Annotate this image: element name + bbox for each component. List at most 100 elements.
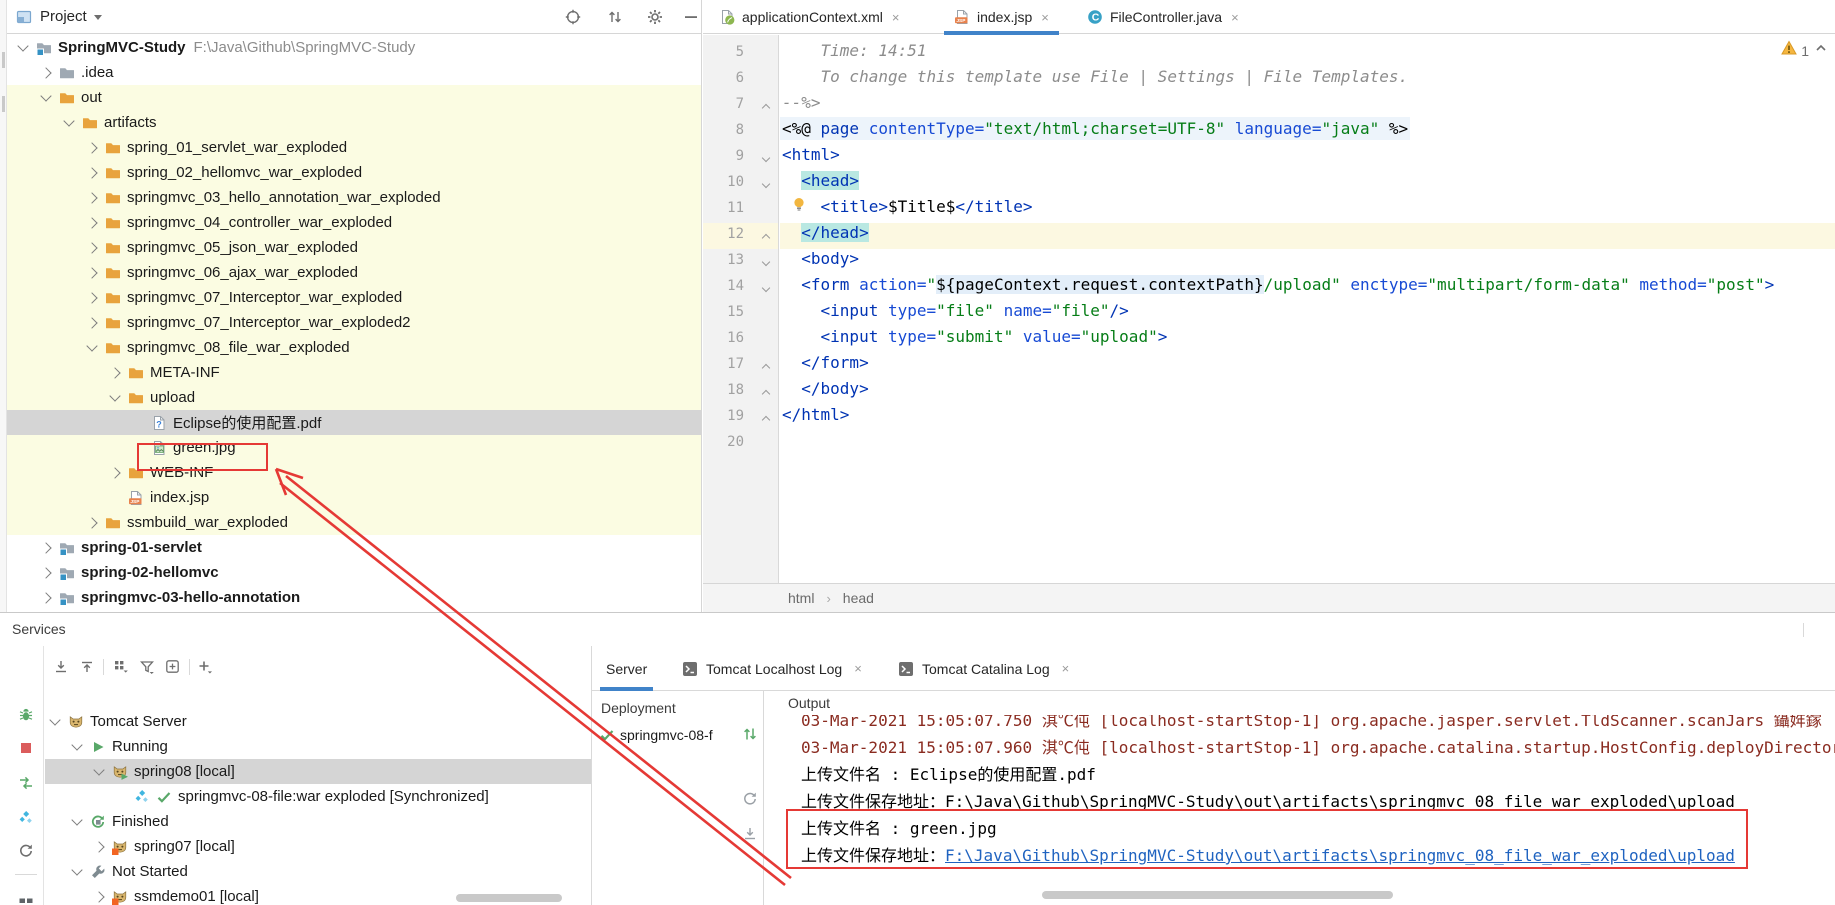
- rerun-icon[interactable]: [18, 672, 34, 688]
- code-line-15[interactable]: <input type="file" name="file"/>: [780, 301, 1835, 327]
- gutter-line-7[interactable]: 7: [703, 93, 778, 119]
- deploy-icon[interactable]: [18, 775, 34, 791]
- stop-icon[interactable]: [18, 740, 34, 756]
- gutter-line-9[interactable]: 9: [703, 145, 778, 171]
- chevron-right-icon[interactable]: [86, 142, 97, 153]
- intention-bulb-icon[interactable]: [791, 196, 807, 217]
- services-tree-item[interactable]: Tomcat Server: [45, 709, 591, 734]
- services-tab-server[interactable]: Server: [606, 646, 647, 691]
- fold-marker-icon[interactable]: [762, 364, 770, 372]
- gutter-line-19[interactable]: 19: [703, 405, 778, 431]
- project-tree-item[interactable]: artifacts: [7, 110, 701, 135]
- chevron-right-icon[interactable]: [40, 592, 51, 603]
- output-console[interactable]: 03-Mar-2021 15:05:07.750 淇℃伅 [localhost-…: [763, 691, 1835, 905]
- gutter-line-16[interactable]: 16: [703, 327, 778, 353]
- close-icon[interactable]: ×: [892, 10, 900, 25]
- editor-gutter[interactable]: 567891011121314151617181920: [703, 35, 779, 583]
- close-icon[interactable]: ×: [1231, 10, 1239, 25]
- gutter-line-20[interactable]: 20: [703, 431, 778, 457]
- gutter-line-15[interactable]: 15: [703, 301, 778, 327]
- code-line-6[interactable]: To change this template use File | Setti…: [780, 67, 1835, 93]
- project-tree-item[interactable]: spring_02_hellomvc_war_exploded: [7, 160, 701, 185]
- chevron-right-icon[interactable]: [86, 217, 97, 228]
- gutter-line-14[interactable]: 14: [703, 275, 778, 301]
- chevron-down-icon[interactable]: [93, 764, 104, 775]
- horizontal-scrollbar[interactable]: [1042, 891, 1393, 899]
- locate-icon[interactable]: [565, 9, 581, 25]
- fold-marker-icon[interactable]: [762, 416, 770, 424]
- sync-icon[interactable]: [742, 726, 758, 742]
- deployment-item[interactable]: springmvc-08-f: [599, 723, 745, 747]
- chevron-down-icon[interactable]: [71, 864, 82, 875]
- project-tree-item[interactable]: spring_01_servlet_war_exploded: [7, 135, 701, 160]
- code-line-20[interactable]: [780, 431, 1835, 457]
- project-tree-item[interactable]: ssmbuild_war_exploded: [7, 510, 701, 535]
- gear-icon[interactable]: [647, 9, 663, 25]
- code-line-8[interactable]: <%@ page contentType="text/html;charset=…: [780, 119, 1835, 145]
- collapse-all-icon[interactable]: [79, 659, 95, 675]
- services-tree-item[interactable]: Not Started: [45, 859, 591, 884]
- chevron-down-icon[interactable]: [17, 40, 28, 51]
- services-tab-tomcat-catalina-log[interactable]: Tomcat Catalina Log×: [898, 646, 1069, 691]
- close-icon[interactable]: ×: [854, 661, 862, 676]
- fold-marker-icon[interactable]: [762, 284, 770, 292]
- project-tree-item[interactable]: springmvc_06_ajax_war_exploded: [7, 260, 701, 285]
- project-tree-item[interactable]: springmvc_08_file_war_exploded: [7, 335, 701, 360]
- gutter-line-17[interactable]: 17: [703, 353, 778, 379]
- fold-marker-icon[interactable]: [762, 154, 770, 162]
- group-icon[interactable]: [113, 659, 129, 675]
- project-tree-item[interactable]: spring-01-servlet: [7, 535, 701, 560]
- code-line-13[interactable]: <body>: [780, 249, 1835, 275]
- close-icon[interactable]: ×: [1062, 661, 1070, 676]
- breadcrumb-html[interactable]: html: [788, 590, 814, 606]
- sort-icon[interactable]: [607, 9, 623, 25]
- services-tree-item[interactable]: Running: [45, 734, 591, 759]
- chevron-right-icon[interactable]: [86, 267, 97, 278]
- project-tree-item[interactable]: META-INF: [7, 360, 701, 385]
- gutter-line-12[interactable]: 12: [703, 223, 778, 249]
- fold-marker-icon[interactable]: [762, 104, 770, 112]
- editor-tab-index-jsp[interactable]: JSPindex.jsp×: [944, 0, 1059, 34]
- gutter-line-11[interactable]: 11: [703, 197, 778, 223]
- code-line-11[interactable]: <title>$Title$</title>: [780, 197, 1835, 223]
- fold-marker-icon[interactable]: [762, 234, 770, 242]
- console-file-link[interactable]: F:\Java\Github\SpringMVC-Study\out\artif…: [945, 846, 1735, 865]
- code-line-16[interactable]: <input type="submit" value="upload">: [780, 327, 1835, 353]
- chevron-down-icon[interactable]: [86, 340, 97, 351]
- chevron-right-icon[interactable]: [86, 167, 97, 178]
- artifact-icon[interactable]: [18, 810, 34, 826]
- services-tree-item[interactable]: spring08 [local]: [45, 759, 591, 784]
- layout-icon[interactable]: [18, 896, 34, 905]
- fold-marker-icon[interactable]: [762, 180, 770, 188]
- project-tree-item[interactable]: upload: [7, 385, 701, 410]
- chevron-right-icon[interactable]: [86, 517, 97, 528]
- chevron-down-icon[interactable]: [109, 390, 120, 401]
- project-tree-item[interactable]: springmvc_05_json_war_exploded: [7, 235, 701, 260]
- code-line-10[interactable]: <head>: [780, 171, 1835, 197]
- breadcrumb-head[interactable]: head: [843, 590, 874, 606]
- editor-tab-filecontroller-java[interactable]: CFileController.java×: [1077, 0, 1249, 34]
- gutter-line-13[interactable]: 13: [703, 249, 778, 275]
- services-tab-tomcat-localhost-log[interactable]: Tomcat Localhost Log×: [682, 646, 862, 691]
- plus-icon[interactable]: [197, 659, 213, 675]
- project-tree-item[interactable]: springmvc-03-hello-annotation: [7, 585, 701, 610]
- chevron-right-icon[interactable]: [109, 367, 120, 378]
- gear-icon[interactable]: [1813, 621, 1829, 637]
- chevron-down-icon[interactable]: [71, 814, 82, 825]
- project-tree-item[interactable]: springmvc_07_Interceptor_war_exploded2: [7, 310, 701, 335]
- gutter-line-5[interactable]: 5: [703, 41, 778, 67]
- gutter-line-18[interactable]: 18: [703, 379, 778, 405]
- project-tree-item[interactable]: WEB-INF: [7, 460, 701, 485]
- filter-icon[interactable]: [139, 659, 155, 675]
- project-tree-item[interactable]: out: [7, 85, 701, 110]
- chevron-right-icon[interactable]: [40, 542, 51, 553]
- chevron-right-icon[interactable]: [86, 292, 97, 303]
- project-tree-item[interactable]: .idea: [7, 60, 701, 85]
- services-tree-item[interactable]: Finished: [45, 809, 591, 834]
- code-area[interactable]: Time: 14:51 To change this template use …: [780, 35, 1835, 583]
- close-icon[interactable]: ×: [1041, 10, 1049, 25]
- chevron-down-icon[interactable]: [49, 714, 60, 725]
- chevron-right-icon[interactable]: [86, 317, 97, 328]
- code-line-5[interactable]: Time: 14:51: [780, 41, 1835, 67]
- code-line-7[interactable]: --%>: [780, 93, 1835, 119]
